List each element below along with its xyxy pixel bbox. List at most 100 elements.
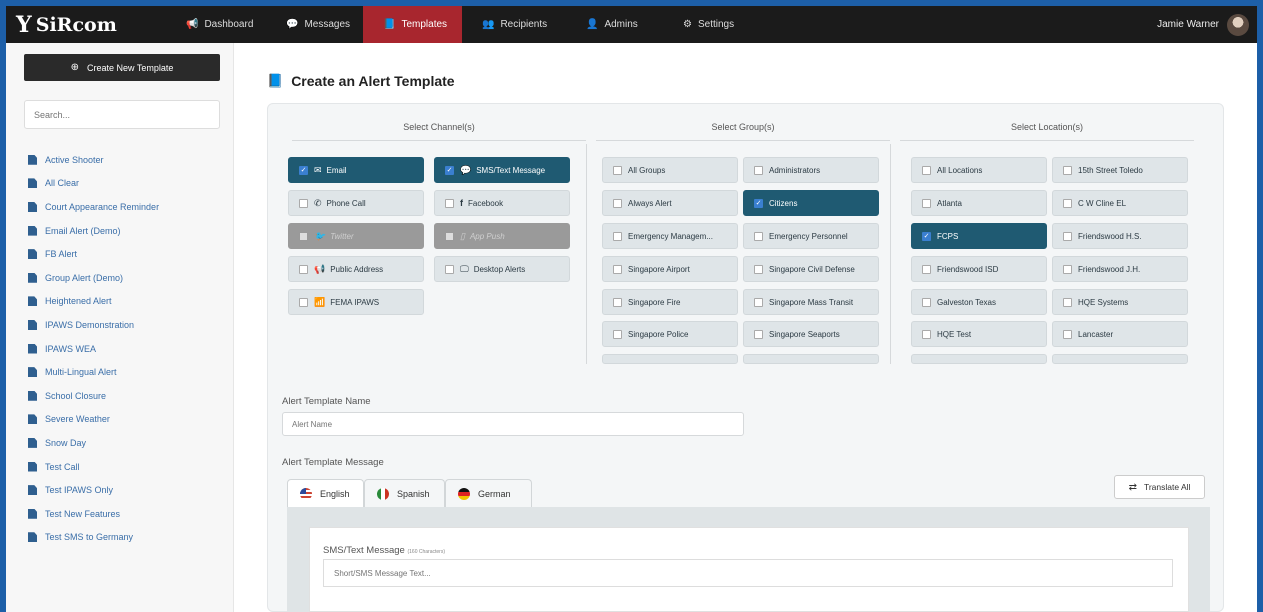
location-option[interactable]: C W Cline EL bbox=[1052, 190, 1188, 216]
channel-phone[interactable]: ✆ Phone Call bbox=[288, 190, 424, 216]
channel-facebook[interactable]: f Facebook bbox=[434, 190, 570, 216]
user-menu[interactable]: Jamie Warner bbox=[1157, 6, 1249, 43]
group-option[interactable]: Singapore Fire bbox=[602, 289, 738, 315]
list-item[interactable]: Severe Weather bbox=[28, 408, 159, 432]
channel-sms[interactable]: ✓ 💬 SMS/Text Message bbox=[434, 157, 570, 183]
nav-settings[interactable]: ⚙ Settings bbox=[663, 6, 763, 43]
location-option[interactable]: 15th Street Toledo bbox=[1052, 157, 1188, 183]
checkbox[interactable] bbox=[922, 198, 931, 208]
list-item[interactable]: Multi-Lingual Alert bbox=[28, 360, 159, 384]
channel-fema-ipaws[interactable]: 📶 FEMA IPAWS bbox=[288, 289, 424, 315]
checkbox[interactable]: ✓ bbox=[754, 198, 763, 208]
checkbox[interactable]: ✓ bbox=[445, 165, 454, 175]
group-option[interactable]: Administrators bbox=[743, 157, 879, 183]
list-item[interactable]: All Clear bbox=[28, 172, 159, 196]
create-template-button[interactable]: ⊕ Create New Template bbox=[24, 54, 220, 81]
search-input[interactable] bbox=[24, 100, 220, 129]
checkbox[interactable] bbox=[922, 264, 931, 274]
checkbox[interactable] bbox=[1063, 264, 1072, 274]
translate-all-button[interactable]: ⇄ Translate All bbox=[1114, 475, 1205, 499]
checkbox[interactable] bbox=[754, 231, 763, 241]
location-option[interactable]: Atlanta bbox=[911, 190, 1047, 216]
location-option[interactable]: Friendswood H.S. bbox=[1052, 223, 1188, 249]
group-option[interactable]: Singapore Airport bbox=[602, 256, 738, 282]
list-item[interactable]: FB Alert bbox=[28, 242, 159, 266]
group-option[interactable]: Singapore Civil Defense bbox=[743, 256, 879, 282]
list-item[interactable]: Test Call bbox=[28, 455, 159, 479]
tab-german[interactable]: German bbox=[445, 479, 532, 507]
checkbox[interactable] bbox=[445, 198, 454, 208]
location-option[interactable]: HQE Systems bbox=[1052, 289, 1188, 315]
checkbox bbox=[445, 231, 454, 241]
logo[interactable]: Y SiRcom bbox=[6, 6, 166, 43]
list-item[interactable]: Court Appearance Reminder bbox=[28, 195, 159, 219]
checkbox[interactable] bbox=[1063, 297, 1072, 307]
checkbox[interactable] bbox=[613, 165, 622, 175]
channel-desktop-alerts[interactable]: 🖵 Desktop Alerts bbox=[434, 256, 570, 282]
location-option[interactable]: Galveston Texas bbox=[911, 289, 1047, 315]
template-name-input[interactable] bbox=[282, 412, 744, 436]
location-option-partial[interactable] bbox=[1052, 354, 1188, 364]
checkbox[interactable] bbox=[613, 297, 622, 307]
location-option[interactable]: ✓ FCPS bbox=[911, 223, 1047, 249]
list-item[interactable]: Test New Features bbox=[28, 502, 159, 526]
list-item[interactable]: Active Shooter bbox=[28, 148, 159, 172]
checkbox[interactable] bbox=[922, 165, 931, 175]
checkbox[interactable] bbox=[922, 297, 931, 307]
list-item[interactable]: Test SMS to Germany bbox=[28, 526, 159, 550]
location-option[interactable]: Friendswood ISD bbox=[911, 256, 1047, 282]
checkbox[interactable] bbox=[1063, 231, 1072, 241]
list-item[interactable]: Snow Day bbox=[28, 431, 159, 455]
nav-templates[interactable]: 📘 Templates bbox=[363, 6, 462, 43]
checkbox[interactable] bbox=[754, 297, 763, 307]
tab-spanish[interactable]: Spanish bbox=[364, 479, 445, 507]
list-item[interactable]: Test IPAWS Only bbox=[28, 478, 159, 502]
list-item[interactable]: Email Alert (Demo) bbox=[28, 219, 159, 243]
location-option[interactable]: HQE Test bbox=[911, 321, 1047, 347]
checkbox[interactable] bbox=[613, 264, 622, 274]
group-option[interactable]: Emergency Managem... bbox=[602, 223, 738, 249]
location-option-partial[interactable] bbox=[911, 354, 1047, 364]
group-option-partial[interactable] bbox=[743, 354, 879, 364]
checkbox[interactable] bbox=[754, 165, 763, 175]
list-item[interactable]: School Closure bbox=[28, 384, 159, 408]
checkbox[interactable] bbox=[299, 264, 308, 274]
channel-email[interactable]: ✓ ✉ Email bbox=[288, 157, 424, 183]
nav-dashboard[interactable]: 📢 Dashboard bbox=[166, 6, 266, 43]
nav-admins[interactable]: 👤 Admins bbox=[566, 6, 663, 43]
group-option[interactable]: Singapore Police bbox=[602, 321, 738, 347]
group-option-partial[interactable] bbox=[602, 354, 738, 364]
list-item[interactable]: Heightened Alert bbox=[28, 290, 159, 314]
location-option[interactable]: Lancaster bbox=[1052, 321, 1188, 347]
location-option[interactable]: All Locations bbox=[911, 157, 1047, 183]
checkbox[interactable] bbox=[613, 231, 622, 241]
checkbox[interactable] bbox=[922, 329, 931, 339]
checkbox[interactable] bbox=[613, 198, 622, 208]
group-option[interactable]: All Groups bbox=[602, 157, 738, 183]
checkbox[interactable] bbox=[613, 329, 622, 339]
checkbox[interactable] bbox=[299, 198, 308, 208]
list-item[interactable]: IPAWS WEA bbox=[28, 337, 159, 361]
list-item[interactable]: IPAWS Demonstration bbox=[28, 313, 159, 337]
checkbox[interactable] bbox=[754, 329, 763, 339]
checkbox[interactable]: ✓ bbox=[922, 231, 931, 241]
checkbox[interactable] bbox=[1063, 329, 1072, 339]
checkbox[interactable] bbox=[1063, 198, 1072, 208]
checkbox[interactable]: ✓ bbox=[299, 165, 308, 175]
channel-public-address[interactable]: 📢 Public Address bbox=[288, 256, 424, 282]
list-item[interactable]: Group Alert (Demo) bbox=[28, 266, 159, 290]
checkbox[interactable] bbox=[445, 264, 454, 274]
group-option[interactable]: Singapore Seaports bbox=[743, 321, 879, 347]
group-option[interactable]: Emergency Personnel bbox=[743, 223, 879, 249]
group-option[interactable]: Always Alert bbox=[602, 190, 738, 216]
group-option[interactable]: ✓ Citizens bbox=[743, 190, 879, 216]
location-option[interactable]: Friendswood J.H. bbox=[1052, 256, 1188, 282]
nav-messages[interactable]: 💬 Messages bbox=[266, 6, 363, 43]
tab-english[interactable]: English bbox=[287, 479, 364, 508]
checkbox[interactable] bbox=[1063, 165, 1072, 175]
checkbox[interactable] bbox=[299, 297, 308, 307]
checkbox[interactable] bbox=[754, 264, 763, 274]
group-option[interactable]: Singapore Mass Transit bbox=[743, 289, 879, 315]
nav-recipients[interactable]: 👥 Recipients bbox=[462, 6, 566, 43]
sms-message-input[interactable] bbox=[323, 559, 1173, 587]
